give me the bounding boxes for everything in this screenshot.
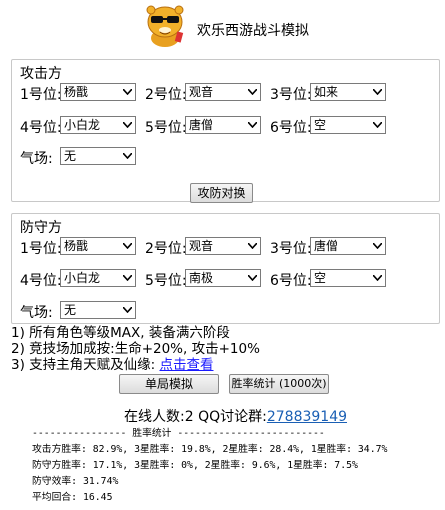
- defense-slot2-label: 2号位:: [145, 241, 187, 257]
- online-count-text: 在线人数:2 QQ讨论群:: [124, 409, 267, 425]
- attack-slot6-select[interactable]: 空: [310, 116, 386, 134]
- attack-slot5-select[interactable]: 唐僧: [185, 116, 261, 134]
- defense-slot6-select[interactable]: 空: [310, 269, 386, 287]
- defense-slot2-select[interactable]: 观音: [185, 237, 261, 255]
- chevron-down-icon: [121, 84, 133, 100]
- attack-slot2-label: 2号位:: [145, 87, 187, 103]
- defense-field-select[interactable]: 无: [60, 301, 136, 319]
- chevron-down-icon: [121, 302, 133, 318]
- defense-slot5-label: 5号位:: [145, 273, 187, 289]
- tiger-mascot-logo: [146, 5, 184, 47]
- defense-slot3-select[interactable]: 唐僧: [310, 237, 386, 255]
- stats-header: ---------------- 胜率统计 ------------------…: [32, 428, 325, 439]
- note-3: 3) 支持主角天赋及仙缘:: [11, 357, 156, 373]
- online-info: 在线人数:2 QQ讨论群:278839149: [124, 406, 347, 426]
- attack-slot6-label: 6号位:: [270, 120, 312, 136]
- attack-slot4-select[interactable]: 小白龙: [60, 116, 136, 134]
- qq-group-link[interactable]: 278839149: [267, 409, 347, 425]
- chevron-down-icon: [246, 270, 258, 286]
- attack-slot5-label: 5号位:: [145, 120, 187, 136]
- defense-slot3-label: 3号位:: [270, 241, 312, 257]
- defense-slot4-select[interactable]: 小白龙: [60, 269, 136, 287]
- defense-slot4-label: 4号位:: [20, 273, 62, 289]
- defense-title: 防守方: [20, 220, 62, 236]
- chevron-down-icon: [246, 238, 258, 254]
- attack-slot3-label: 3号位:: [270, 87, 312, 103]
- defense-slot1-select[interactable]: 杨戬: [60, 237, 136, 255]
- chevron-down-icon: [371, 117, 383, 133]
- attack-field-label: 气场:: [20, 151, 53, 167]
- single-simulation-button[interactable]: 单局模拟: [119, 374, 219, 394]
- attack-slot1-select[interactable]: 杨戬: [60, 83, 136, 101]
- view-details-link[interactable]: 点击查看: [160, 357, 214, 373]
- stats-defense-line: 防守方胜率: 17.1%, 3星胜率: 0%, 2星胜率: 9.6%, 1星胜率…: [32, 460, 358, 471]
- swap-sides-button[interactable]: 攻防对换: [190, 183, 253, 203]
- chevron-down-icon: [121, 238, 133, 254]
- stats-avg-rounds: 平均回合: 16.45: [32, 492, 113, 503]
- win-rate-stats-button[interactable]: 胜率统计 (1000次): [229, 374, 329, 394]
- chevron-down-icon: [121, 270, 133, 286]
- stats-attack-line: 攻击方胜率: 82.9%, 3星胜率: 19.8%, 2星胜率: 28.4%, …: [32, 444, 388, 455]
- page-title: 欢乐西游战斗模拟: [197, 23, 309, 39]
- attack-title: 攻击方: [20, 66, 62, 82]
- chevron-down-icon: [246, 84, 258, 100]
- attack-slot1-label: 1号位:: [20, 87, 62, 103]
- stats-efficiency: 防守效率: 31.74%: [32, 476, 119, 487]
- defense-slot5-select[interactable]: 南极: [185, 269, 261, 287]
- defense-field-label: 气场:: [20, 305, 53, 321]
- note-3-wrap: 3) 支持主角天赋及仙缘: 点击查看: [11, 353, 214, 373]
- chevron-down-icon: [121, 117, 133, 133]
- chevron-down-icon: [371, 270, 383, 286]
- attack-field-select[interactable]: 无: [60, 147, 136, 165]
- attack-slot4-label: 4号位:: [20, 120, 62, 136]
- attack-slot3-select[interactable]: 如来: [310, 83, 386, 101]
- defense-slot6-label: 6号位:: [270, 273, 312, 289]
- chevron-down-icon: [371, 84, 383, 100]
- defense-slot1-label: 1号位:: [20, 241, 62, 257]
- attack-slot2-select[interactable]: 观音: [185, 83, 261, 101]
- chevron-down-icon: [121, 148, 133, 164]
- chevron-down-icon: [371, 238, 383, 254]
- chevron-down-icon: [246, 117, 258, 133]
